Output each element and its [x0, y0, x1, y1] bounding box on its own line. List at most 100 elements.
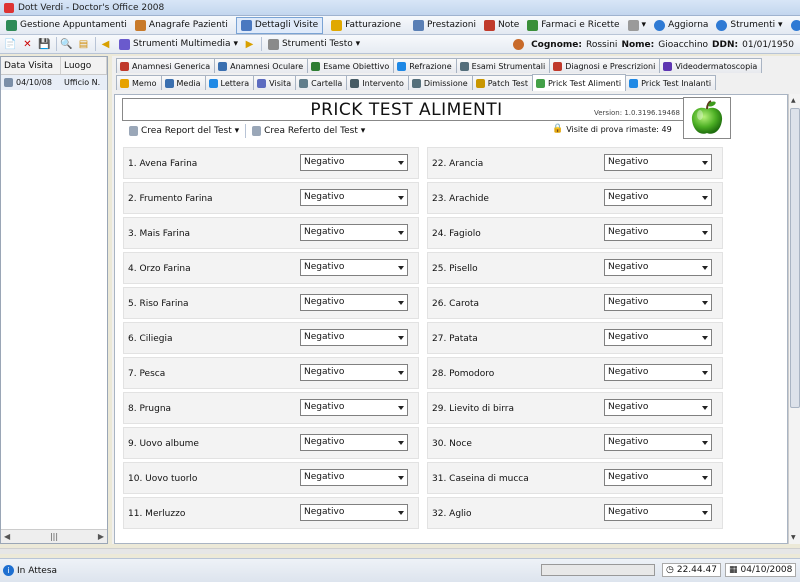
- visit-icon: [4, 78, 13, 87]
- new-icon[interactable]: 📄: [3, 37, 18, 52]
- test-label: 29. Lievito di birra: [432, 404, 514, 414]
- users-icon: [134, 19, 146, 31]
- chevron-down-icon: [702, 231, 708, 235]
- pill-icon: [527, 19, 539, 31]
- column-header-date[interactable]: Data Visita: [1, 57, 61, 74]
- test-result-select[interactable]: Negativo: [604, 224, 712, 241]
- table-row[interactable]: 04/10/08 Ufficio N.: [1, 75, 107, 90]
- test-grid: 1. Avena Farina Negativo 2. Frumento Farin…: [123, 147, 727, 547]
- window-title: Dott Verdi - Doctor's Office 2008: [18, 2, 165, 13]
- options-dropdown[interactable]: ▾: [624, 17, 651, 34]
- test-result-select[interactable]: Negativo: [300, 259, 408, 276]
- scroll-thumb[interactable]: [790, 108, 800, 408]
- tab-anamnesi-generica[interactable]: Anamnesi Generica: [116, 58, 216, 73]
- tab-icon: [164, 78, 174, 88]
- test-result-select[interactable]: Negativo: [604, 329, 712, 346]
- test-result-select[interactable]: Negativo: [300, 469, 408, 486]
- prev-icon[interactable]: ◀: [98, 37, 113, 52]
- prick-test-panel: PRICK TEST ALIMENTI Version: 1.0.3196.19…: [114, 94, 788, 544]
- tab-esame-obiettivo[interactable]: Esame Obiettivo: [307, 58, 395, 73]
- create-report-button[interactable]: Crea Report del Test ▾: [129, 126, 239, 136]
- test-result-select[interactable]: Negativo: [604, 469, 712, 486]
- tab-prick-test-alimenti[interactable]: Prick Test Alimenti: [531, 74, 627, 91]
- test-result-select[interactable]: Negativo: [604, 189, 712, 206]
- chevron-down-icon: [702, 161, 708, 165]
- test-result-select[interactable]: Negativo: [604, 504, 712, 521]
- tab-esami-strumentali[interactable]: Esami Strumentali: [455, 58, 551, 73]
- menu-gestione-appuntamenti[interactable]: Gestione Appuntamenti: [2, 17, 131, 34]
- chevron-down-icon: [702, 476, 708, 480]
- test-label: 8. Prugna: [128, 404, 172, 414]
- tab-icon: [257, 78, 267, 88]
- save-icon[interactable]: 💾: [37, 37, 52, 52]
- chevron-down-icon: [398, 231, 404, 235]
- tab-patch-test[interactable]: Patch Test: [471, 75, 533, 90]
- test-result-select[interactable]: Negativo: [300, 399, 408, 416]
- menu-anagrafe-pazienti[interactable]: Anagrafe Pazienti: [131, 17, 232, 34]
- test-label: 2. Frumento Farina: [128, 194, 213, 204]
- tab-visita[interactable]: Visita: [253, 75, 297, 90]
- delete-icon[interactable]: ✕: [20, 37, 35, 52]
- search-icon[interactable]: 🔍: [59, 37, 74, 52]
- menu-dettagli-visite[interactable]: Dettagli Visite: [235, 16, 324, 34]
- multimedia-menu[interactable]: Strumenti Multimedia ▾: [115, 36, 242, 53]
- menu-farmaci-e-ricette[interactable]: Farmaci e Ricette: [523, 17, 623, 34]
- test-result-select[interactable]: Negativo: [300, 189, 408, 206]
- help-button[interactable]: ▾: [787, 17, 800, 34]
- tab-anamnesi-oculare[interactable]: Anamnesi Oculare: [214, 58, 309, 73]
- tab-refrazione[interactable]: Refrazione: [393, 58, 457, 73]
- test-result-select[interactable]: Negativo: [300, 294, 408, 311]
- test-result-select[interactable]: Negativo: [300, 224, 408, 241]
- test-result-select[interactable]: Negativo: [604, 154, 712, 171]
- test-row: 26. Carota Negativo: [427, 287, 723, 319]
- test-row: 28. Pomodoro Negativo: [427, 357, 723, 389]
- splitter[interactable]: [0, 548, 800, 554]
- test-result-select[interactable]: Negativo: [300, 504, 408, 521]
- test-row: 8. Prugna Negativo: [123, 392, 419, 424]
- scroll-up-icon[interactable]: ▲: [791, 97, 796, 104]
- tab-videodermatoscopia[interactable]: Videodermatoscopia: [659, 58, 763, 73]
- chevron-down-icon: [398, 196, 404, 200]
- horizontal-scrollbar[interactable]: ◀ ||| ▶: [1, 529, 107, 543]
- test-result-select[interactable]: Negativo: [604, 399, 712, 416]
- info-icon: i: [3, 565, 14, 576]
- menu-aggiorna[interactable]: Aggiorna: [650, 17, 712, 34]
- menu-fatturazione[interactable]: Fatturazione: [327, 17, 405, 34]
- create-referto-button[interactable]: Crea Referto del Test ▾: [252, 126, 365, 136]
- name-value: Gioacchino: [658, 39, 709, 50]
- chevron-down-icon: [398, 266, 404, 270]
- test-label: 1. Avena Farina: [128, 159, 198, 169]
- test-result-select[interactable]: Negativo: [300, 329, 408, 346]
- tab-media[interactable]: Media: [160, 75, 206, 90]
- tab-dimissione[interactable]: Dimissione: [407, 75, 473, 90]
- chevron-down-icon: [702, 441, 708, 445]
- name-label: Nome:: [621, 39, 655, 50]
- tab-memo[interactable]: Memo: [116, 75, 162, 90]
- tab-intervento[interactable]: Intervento: [346, 75, 409, 90]
- test-label: 11. Merluzzo: [128, 509, 186, 519]
- text-tools-menu[interactable]: Strumenti Testo ▾: [264, 36, 364, 53]
- test-result-select[interactable]: Negativo: [300, 154, 408, 171]
- tab-lettera[interactable]: Lettera: [204, 75, 255, 90]
- test-result-select[interactable]: Negativo: [300, 364, 408, 381]
- next-icon[interactable]: ▶: [242, 37, 257, 52]
- test-result-select[interactable]: Negativo: [604, 294, 712, 311]
- test-result-select[interactable]: Negativo: [300, 434, 408, 451]
- column-header-place[interactable]: Luogo: [61, 57, 107, 74]
- tab-diagnosi-e-prescrizioni[interactable]: Diagnosi e Prescrizioni: [549, 58, 661, 73]
- vertical-scrollbar[interactable]: ▲ ▼: [788, 94, 800, 544]
- test-result-select[interactable]: Negativo: [604, 364, 712, 381]
- menu-prestazioni[interactable]: Prestazioni: [409, 17, 480, 34]
- test-result-select[interactable]: Negativo: [604, 434, 712, 451]
- tools-icon: [716, 19, 728, 31]
- tab-prick-test-inalanti[interactable]: Prick Test Inalanti: [625, 75, 717, 90]
- menu-note[interactable]: Note: [480, 17, 523, 34]
- tab-icon: [397, 61, 407, 71]
- scroll-down-icon[interactable]: ▼: [791, 534, 796, 541]
- test-row: 27. Patata Negativo: [427, 322, 723, 354]
- test-label: 6. Ciliegia: [128, 334, 173, 344]
- test-result-select[interactable]: Negativo: [604, 259, 712, 276]
- menu-strumenti[interactable]: Strumenti ▾: [712, 17, 786, 34]
- export-icon[interactable]: ▤: [76, 37, 91, 52]
- tab-cartella[interactable]: Cartella: [295, 75, 348, 90]
